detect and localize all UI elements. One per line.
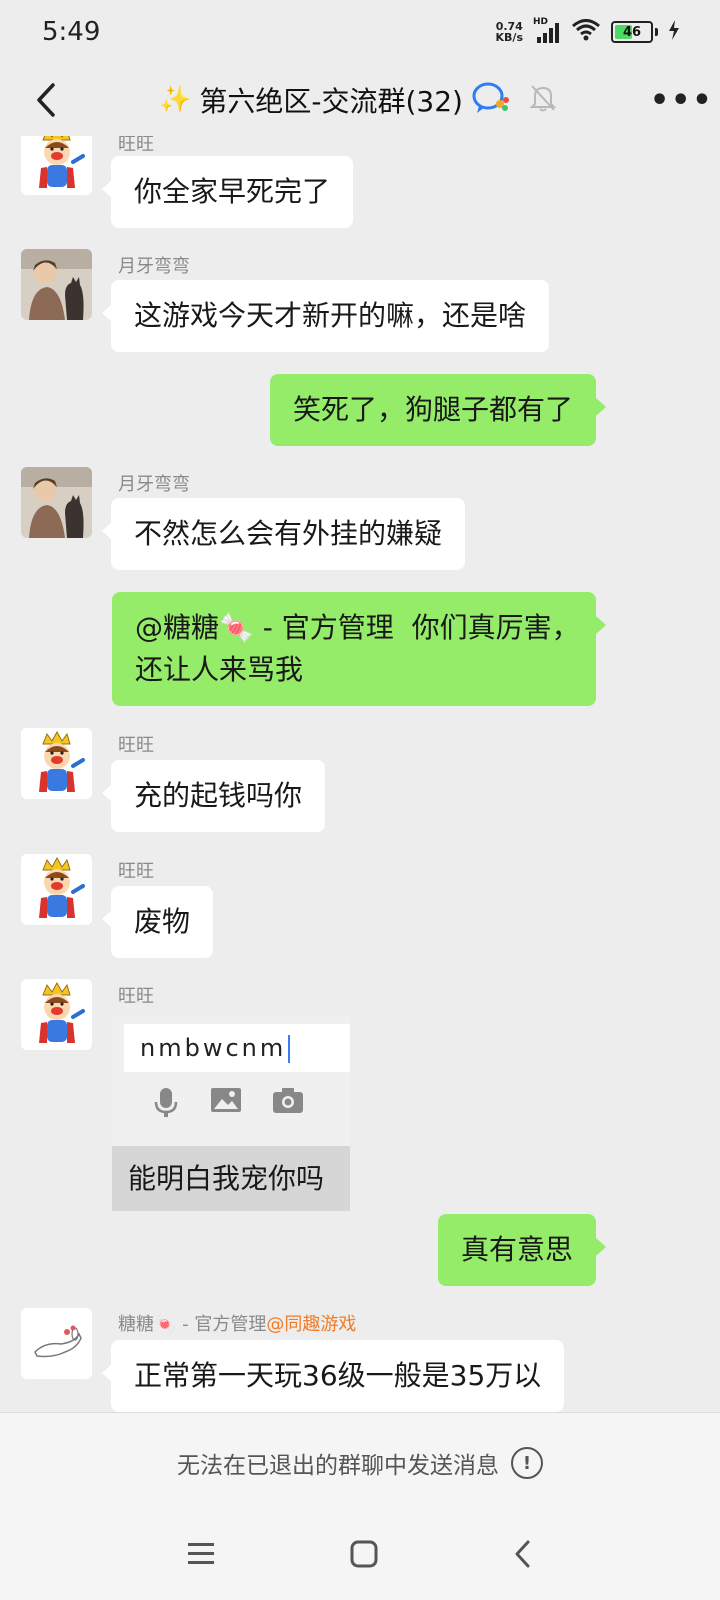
back-button[interactable] — [26, 80, 66, 120]
status-icons: 0.74 KB/s HD 46 — [496, 17, 680, 45]
menu-icon[interactable] — [186, 1541, 216, 1571]
image-message[interactable]: nmbwcnm 能明白我宠你吗 — [112, 1016, 350, 1211]
chat-message-list[interactable]: 旺旺 你全家早死完了 月牙弯弯 这游戏今天才新开的嘛，还是啥 笑死了，狗腿子都有… — [0, 136, 720, 1412]
sender-name: 月牙弯弯 — [118, 256, 190, 277]
message-bubble[interactable]: 你全家早死完了 — [101, 156, 354, 228]
text-caret — [288, 1035, 291, 1063]
battery-level: 46 — [622, 24, 642, 40]
message-bubble-self[interactable]: @糖糖🍬 - 官方管理 你们真厉害， 还让人来骂我 — [112, 592, 606, 706]
boy-with-cat-avatar[interactable] — [21, 249, 92, 320]
boy-with-cat-avatar[interactable] — [21, 467, 92, 538]
image-input-text: nmbwcnm — [140, 1034, 287, 1062]
notice-text: 无法在已退出的群聊中发送消息 — [177, 1453, 499, 1479]
image-caption-text: 能明白我宠你吗 — [112, 1146, 350, 1211]
message-bubble[interactable]: 充的起钱吗你 — [101, 760, 326, 832]
message-bubble-self[interactable]: 笑死了，狗腿子都有了 — [269, 374, 607, 446]
image-toolbar — [152, 1086, 304, 1122]
battery-icon: 46 — [611, 21, 653, 43]
sender-game-tag[interactable]: @同趣游戏 — [266, 1314, 356, 1335]
info-icon[interactable]: ! — [511, 1447, 543, 1479]
sender-name: 糖糖🍬 - 官方管理 — [118, 1314, 267, 1335]
message-line: 还让人来骂我 — [135, 653, 304, 686]
battery-cap — [655, 28, 658, 36]
microphone-icon — [152, 1086, 180, 1122]
back-icon — [37, 83, 55, 117]
message-bubble-self[interactable]: 真有意思 — [437, 1214, 607, 1286]
wifi-icon — [571, 19, 601, 45]
mute-bell-icon — [529, 83, 557, 117]
home-icon[interactable] — [349, 1539, 379, 1573]
message-bubble[interactable]: 这游戏今天才新开的嘛，还是啥 — [101, 280, 550, 352]
message-bubble[interactable]: 不然怎么会有外挂的嫌疑 — [101, 498, 466, 570]
net-speed-unit: KB/s — [495, 31, 523, 44]
exited-group-notice: 无法在已退出的群聊中发送消息 ! — [0, 1412, 720, 1513]
status-time: 5:49 — [42, 17, 101, 47]
net-speed: 0.74 KB/s — [496, 21, 523, 43]
message-line: @糖糖🍬 - 官方管理 你们真厉害， — [135, 611, 580, 644]
sender-name: 旺旺 — [118, 735, 154, 756]
back-nav-icon[interactable] — [512, 1539, 534, 1573]
chat-title: 第六绝区-交流群(32) — [199, 85, 463, 118]
system-nav-bar — [0, 1512, 720, 1600]
sender-name: 旺旺 — [118, 986, 154, 1007]
image-icon — [210, 1086, 242, 1122]
king-cartoon-avatar[interactable] — [21, 979, 92, 1050]
more-button[interactable]: ••• — [650, 83, 712, 118]
more-icon: ••• — [650, 82, 714, 118]
camera-icon — [272, 1086, 304, 1122]
sender-name: 旺旺 — [118, 861, 154, 882]
king-cartoon-avatar[interactable] — [21, 136, 92, 195]
rabbit-sketch-avatar[interactable] — [21, 1308, 92, 1379]
king-cartoon-avatar[interactable] — [21, 854, 92, 925]
sparkles-icon: ✨ — [159, 85, 192, 115]
message-bubble[interactable]: 废物 — [101, 886, 214, 958]
signal-icon: HD — [533, 17, 561, 43]
sender-name-group: 糖糖🍬 - 官方管理@同趣游戏 — [118, 1310, 356, 1336]
sender-name: 月牙弯弯 — [118, 474, 190, 495]
chat-header: ✨ 第六绝区-交流群(32) ••• — [0, 64, 720, 136]
king-cartoon-avatar[interactable] — [21, 728, 92, 799]
charging-icon — [668, 20, 680, 44]
status-bar: 5:49 0.74 KB/s HD 46 — [0, 0, 720, 64]
sender-name: 旺旺 — [118, 136, 154, 155]
chat-badge-icon — [471, 81, 511, 119]
image-input-field: nmbwcnm — [124, 1024, 350, 1072]
message-bubble[interactable]: 正常第一天玩36级一般是35万以 — [101, 1340, 565, 1412]
chat-title-group[interactable]: ✨ 第六绝区-交流群(32) — [159, 80, 557, 120]
